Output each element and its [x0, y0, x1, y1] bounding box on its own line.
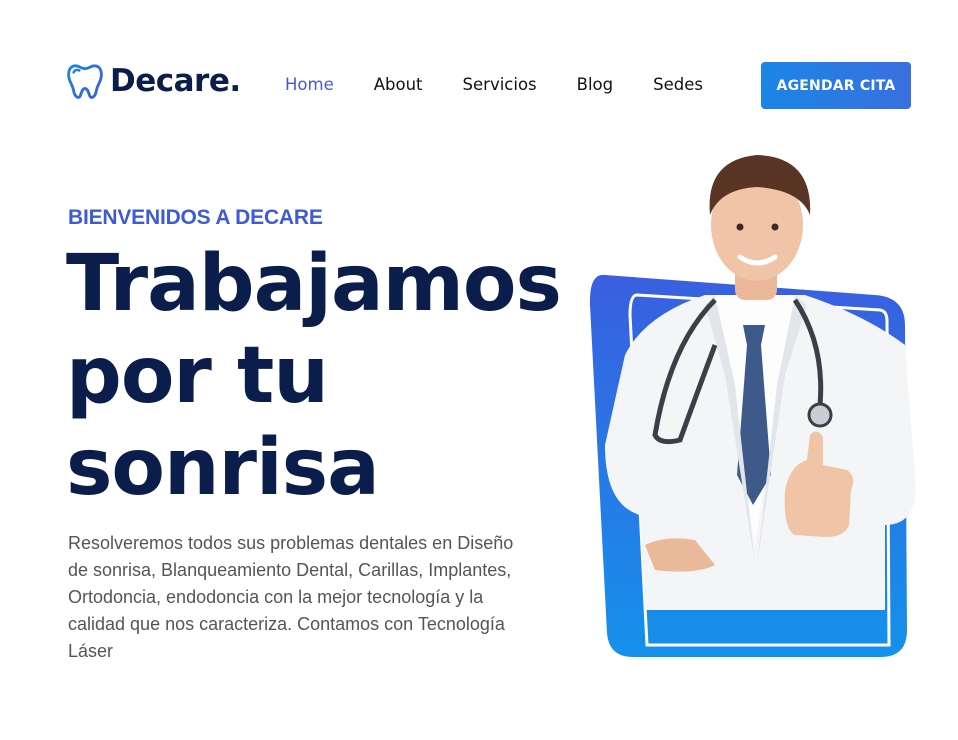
- headline-line: por tu: [66, 331, 329, 421]
- hero-eyebrow: BIENVENIDOS A DECARE: [68, 206, 323, 229]
- nav-home[interactable]: Home: [285, 74, 334, 96]
- headline-line: sonrisa: [66, 423, 380, 513]
- main-nav: Home About Servicios Blog Sedes: [285, 74, 743, 96]
- agendar-cita-button[interactable]: AGENDAR CITA: [761, 62, 911, 109]
- doctor-hero-image: [589, 155, 916, 657]
- nav-sedes[interactable]: Sedes: [653, 74, 703, 96]
- nav-servicios[interactable]: Servicios: [463, 74, 537, 96]
- brand-logo[interactable]: Decare.: [66, 62, 241, 100]
- nav-blog[interactable]: Blog: [577, 74, 613, 96]
- nav-about[interactable]: About: [374, 74, 423, 96]
- headline-line: Trabajamos: [66, 239, 562, 329]
- brand-name: Decare.: [110, 63, 241, 99]
- hero-headline: Trabajamos por tu sonrisa: [66, 238, 566, 514]
- hero-description: Resolveremos todos sus problemas dentale…: [68, 533, 514, 661]
- tooth-icon: [67, 64, 103, 99]
